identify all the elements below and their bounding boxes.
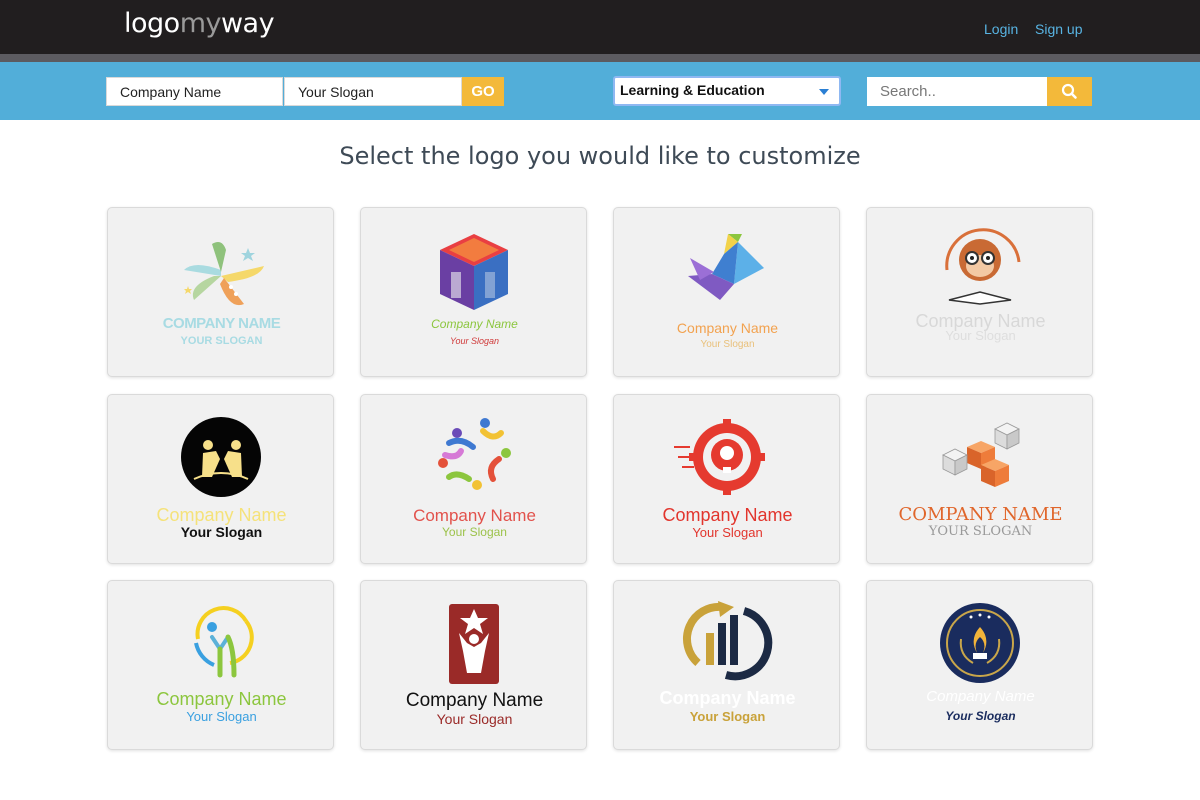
brand-part-my: my — [179, 8, 222, 39]
logo-card-1[interactable]: COMPANY NAME YOUR SLOGAN — [107, 207, 334, 377]
cubes-cluster-icon — [942, 422, 1020, 487]
slogan-input[interactable]: Your Slogan — [284, 77, 462, 106]
logo-company-name: COMPANY NAME — [898, 504, 1063, 525]
brand-part-way: way — [220, 8, 275, 39]
logo-card-3[interactable]: Company Name Your Slogan — [613, 207, 840, 377]
logo-slogan: Your Slogan — [945, 328, 1016, 343]
header-divider — [0, 54, 1200, 62]
logo-company-name: Company Name — [156, 689, 287, 709]
search-input[interactable]: Search.. — [867, 77, 1047, 106]
star-leaves-icon — [184, 242, 264, 306]
logo-card-10[interactable]: Company Name Your Slogan — [360, 580, 587, 750]
origami-bird-icon — [688, 234, 764, 300]
page-title: Select the logo you would like to custom… — [339, 142, 861, 170]
logo-slogan: YOUR SLOGAN — [180, 335, 263, 347]
category-select-value: Learning & Education — [620, 82, 765, 98]
cube-blocks-icon — [440, 234, 508, 310]
lightbulb-gear-icon — [674, 419, 765, 495]
logo-card-9[interactable]: Company Name Your Slogan — [107, 580, 334, 750]
logo-slogan: Your Slogan — [945, 709, 1016, 723]
logo-slogan: Your Slogan — [442, 525, 507, 539]
category-select[interactable]: Learning & Education — [613, 76, 841, 106]
logo-company-name: Company Name — [926, 688, 1035, 705]
logo-card-2[interactable]: Company Name Your Slogan — [360, 207, 587, 377]
logo-card-6[interactable]: Company Name Your Slogan — [360, 394, 587, 564]
logo-company-name: Company Name — [413, 506, 536, 525]
search-button[interactable] — [1047, 77, 1092, 106]
logo-card-5[interactable]: Company Name Your Slogan — [107, 394, 334, 564]
people-star-icon — [438, 418, 511, 490]
logo-card-12[interactable]: Company Name Your Slogan — [866, 580, 1093, 750]
logo-card-7[interactable]: Company Name Your Slogan — [613, 394, 840, 564]
brand-part-logo: logo — [124, 8, 180, 39]
login-link[interactable]: Login — [984, 21, 1018, 37]
logo-slogan: Your Slogan — [692, 525, 763, 540]
logo-card-8[interactable]: COMPANY NAME YOUR SLOGAN — [866, 394, 1093, 564]
logo-company-name: Company Name — [405, 690, 544, 711]
logo-company-name: Company Name — [431, 317, 518, 331]
logo-company-name: Company Name — [662, 505, 793, 525]
logo-slogan: Your Slogan — [436, 711, 513, 727]
monkey-reading-icon — [945, 228, 1021, 305]
flame-badge-icon — [940, 603, 1020, 683]
chevron-down-icon — [819, 89, 829, 95]
top-nav-bar: logomyway Login Sign up — [0, 0, 1200, 54]
teamwork-circle-icon — [181, 417, 261, 497]
logo-slogan: Your Slogan — [186, 709, 257, 724]
arrow-buildings-icon — [683, 601, 773, 681]
logo-company-name: Company Name — [676, 320, 779, 336]
search-icon — [1061, 83, 1077, 99]
logo-card-4[interactable]: Company Name Your Slogan — [866, 207, 1093, 377]
star-lifter-icon — [449, 604, 499, 684]
logo-slogan: Your Slogan — [689, 709, 766, 724]
customize-bar: Company Name Your Slogan GO Learning & E… — [0, 62, 1200, 120]
logo-slogan: Your Slogan — [700, 339, 755, 350]
logo-card-11[interactable]: Company Name Your Slogan — [613, 580, 840, 750]
logo-company-name: COMPANY NAME — [162, 315, 281, 332]
company-name-input[interactable]: Company Name — [106, 77, 283, 106]
logo-slogan: Your Slogan — [449, 336, 500, 346]
logo-company-name: Company Name — [659, 688, 796, 708]
logo-slogan: YOUR SLOGAN — [928, 524, 1033, 539]
logo-slogan: Your Slogan — [180, 524, 263, 540]
logo-company-name: Company Name — [156, 505, 287, 525]
brand-logo[interactable]: logomyway — [124, 8, 275, 39]
person-arc-icon — [194, 606, 254, 678]
go-button[interactable]: GO — [462, 77, 504, 106]
signup-link[interactable]: Sign up — [1035, 21, 1082, 37]
